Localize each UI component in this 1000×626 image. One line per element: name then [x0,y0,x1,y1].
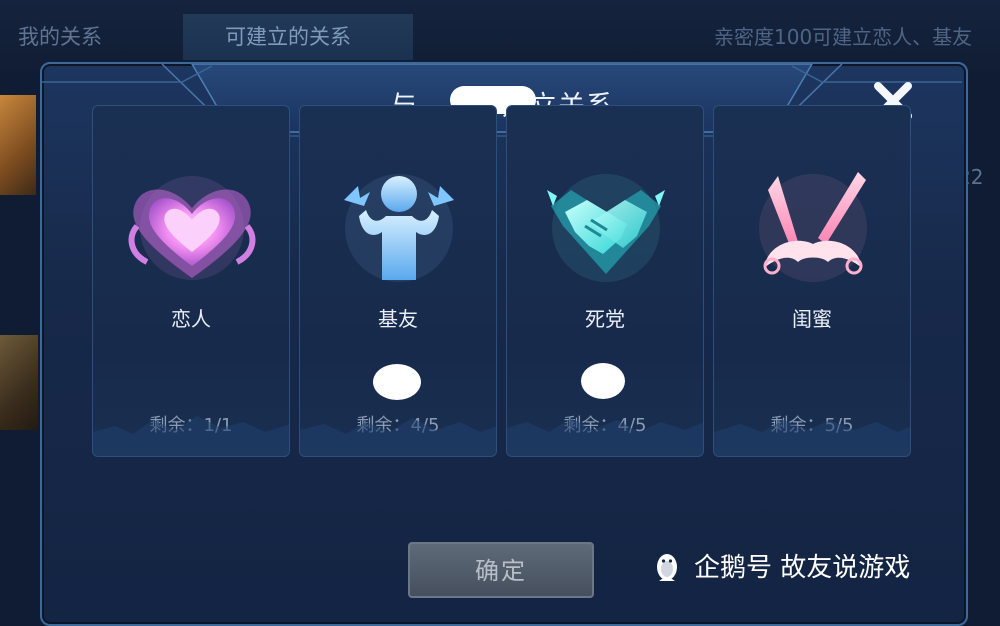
confirm-button[interactable]: 确定 [408,542,594,598]
relation-card-bros[interactable]: 死党 剩余：4/5 [506,105,704,457]
card-label: 基友 [378,307,418,331]
bunny-ears-icon [759,172,867,282]
card-label: 恋人 [171,307,211,331]
relation-card-lovers[interactable]: 恋人 剩余：1/1 [92,105,290,457]
friend-avatar [0,95,36,195]
relation-card-besties[interactable]: 闺蜜 剩余：5/5 [713,105,911,457]
hills-decoration [507,418,703,456]
hills-decoration [714,420,910,456]
relation-card-buddies[interactable]: 基友 剩余：4/5 [299,105,497,457]
handshake-icon [547,174,665,282]
heart-icon [128,176,256,280]
tab-my-relations[interactable]: 我的关系 [18,14,102,60]
card-label: 死党 [585,307,625,331]
hills-decoration [300,418,496,456]
watermark-text: 企鹅号 故友说游戏 [694,553,911,583]
intimacy-info-text: 亲密度100可建立恋人、基友 [714,25,973,49]
tab-available-relations[interactable]: 可建立的关系 [183,14,413,60]
flexing-person-icon [344,174,454,282]
penguin-icon [657,554,677,581]
friend-avatar [0,335,38,430]
card-label: 闺蜜 [792,307,832,331]
hills-decoration [93,416,289,456]
